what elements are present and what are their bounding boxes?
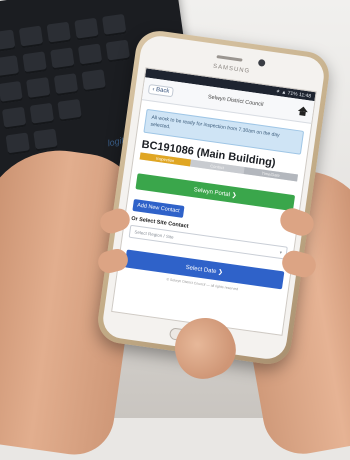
keyboard-key: [74, 17, 99, 41]
phone-screen: ✶ ▲ 71% 11:48 ‹ Back Selwyn District Cou…: [111, 67, 317, 336]
keyboard-key: [26, 77, 51, 100]
keyboard-key: [57, 98, 82, 122]
home-icon[interactable]: [297, 105, 308, 115]
keyboard-key: [46, 21, 72, 45]
keyboard-key: [22, 51, 48, 75]
front-camera-icon: [257, 58, 266, 67]
status-time: 11:48: [298, 91, 312, 100]
keyboard-key: [1, 106, 27, 130]
keyboard-key: [0, 80, 23, 104]
keyboard-key: [0, 55, 20, 79]
keyboard-key: [0, 29, 16, 53]
keyboard-key: [53, 73, 79, 97]
keyboard-key: [5, 132, 31, 156]
keyboard-key: [105, 39, 131, 63]
back-button[interactable]: ‹ Back: [147, 83, 174, 98]
keyboard-key: [77, 43, 103, 67]
phone-bezel: SAMSUNG ✶ ▲ 71% 11:48 ‹ Back Selwyn Dist…: [100, 33, 327, 362]
chevron-down-icon: ▾: [279, 249, 283, 255]
keyboard-key: [33, 128, 58, 152]
keyboard-key: [29, 102, 55, 126]
phone-speaker: [216, 55, 243, 62]
keyboard-key: [50, 47, 75, 71]
keyboard-key: [101, 13, 127, 37]
add-contact-button[interactable]: Add New Contact: [132, 198, 185, 218]
photo-scene: logitech SAMSUNG ✶ ▲ 71% 11:48 ‹ Back Se…: [0, 0, 350, 460]
keyboard-key: [18, 25, 44, 49]
keyboard-key: [81, 69, 107, 93]
app-title: Selwyn District Council: [207, 94, 264, 109]
select-placeholder: Select Region / Site: [134, 229, 174, 240]
